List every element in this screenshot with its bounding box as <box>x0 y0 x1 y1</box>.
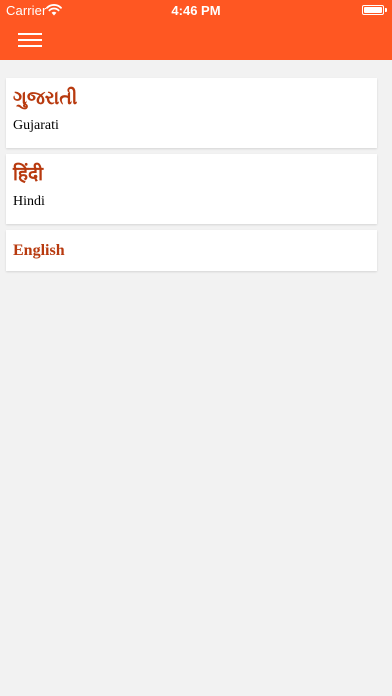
status-bar: Carrier 4:46 PM <box>0 0 392 20</box>
language-english-name: Hindi <box>13 194 45 209</box>
hamburger-menu-icon[interactable] <box>18 30 42 50</box>
language-native-name: ગુજરાતી <box>13 88 78 109</box>
language-native-name: English <box>13 242 65 259</box>
app-header: Carrier 4:46 PM <box>0 0 392 60</box>
language-english-name: Gujarati <box>13 118 59 133</box>
battery-icon <box>362 5 387 15</box>
language-item-english[interactable]: English <box>6 230 377 271</box>
language-native-name: हिंदी <box>13 164 44 185</box>
clock: 4:46 PM <box>171 3 221 18</box>
language-item-gujarati[interactable]: ગુજરાતી Gujarati <box>6 78 377 148</box>
language-item-hindi[interactable]: हिंदी Hindi <box>6 154 377 224</box>
language-list: ગુજરાતી Gujarati हिंदी Hindi English <box>6 78 377 277</box>
